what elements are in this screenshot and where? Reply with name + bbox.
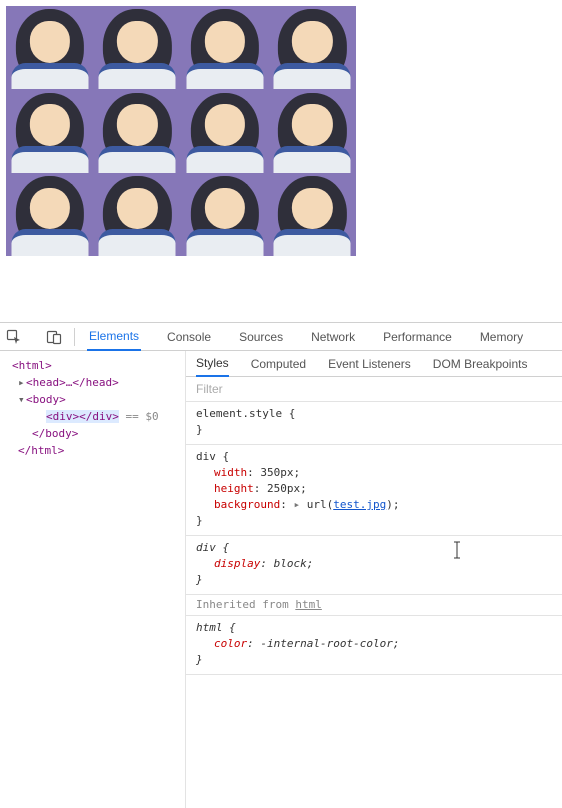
rule-div-ua[interactable]: div { display: block; } xyxy=(186,536,562,595)
rule-element-style[interactable]: element.style { } xyxy=(186,402,562,445)
dom-tree[interactable]: <html> ▸<head>…</head> ▾<body> <div></di… xyxy=(0,351,186,808)
dom-node[interactable]: <head>…</head> xyxy=(26,376,119,389)
tab-performance[interactable]: Performance xyxy=(381,323,454,351)
styles-filter-input[interactable]: Filter xyxy=(186,377,562,402)
tab-memory[interactable]: Memory xyxy=(478,323,525,351)
devtools-body: <html> ▸<head>…</head> ▾<body> <div></di… xyxy=(0,351,562,808)
inherited-from: Inherited from html xyxy=(186,595,562,616)
tab-elements[interactable]: Elements xyxy=(87,323,141,351)
tab-network[interactable]: Network xyxy=(309,323,357,351)
devtools-panel: Elements Console Sources Network Perform… xyxy=(0,322,562,808)
tab-sources[interactable]: Sources xyxy=(237,323,285,351)
dom-node[interactable]: </body> xyxy=(32,427,78,440)
styles-tabbar: Styles Computed Event Listeners DOM Brea… xyxy=(186,351,562,377)
bg-url-link[interactable]: test.jpg xyxy=(333,498,386,511)
tab-computed[interactable]: Computed xyxy=(251,351,306,377)
styles-pane: Styles Computed Event Listeners DOM Brea… xyxy=(186,351,562,808)
tab-event-listeners[interactable]: Event Listeners xyxy=(328,351,411,377)
dom-node-selected[interactable]: <div></div> xyxy=(46,410,119,423)
tab-console[interactable]: Console xyxy=(165,323,213,351)
tab-styles[interactable]: Styles xyxy=(196,351,229,377)
page-viewport xyxy=(0,0,562,310)
rendered-div-bg xyxy=(6,6,356,256)
dom-node[interactable]: <html> xyxy=(12,359,52,372)
inspect-icon[interactable] xyxy=(6,329,22,345)
device-toolbar-icon[interactable] xyxy=(46,329,62,345)
text-cursor-icon xyxy=(452,541,462,559)
app-root: { "devtools": { "main_tabs": ["Elements"… xyxy=(0,0,562,808)
devtools-tabbar: Elements Console Sources Network Perform… xyxy=(0,323,562,351)
dom-node[interactable]: <body> xyxy=(26,393,66,406)
dom-dollar0: == $0 xyxy=(119,410,159,423)
rule-div-author[interactable]: div { width: 350px; height: 250px; backg… xyxy=(186,445,562,536)
css-rules[interactable]: element.style { } div { width: 350px; he… xyxy=(186,402,562,675)
rule-html-ua[interactable]: html { color: -internal-root-color; } xyxy=(186,616,562,675)
dom-node[interactable]: </html> xyxy=(18,444,64,457)
tab-dom-breakpoints[interactable]: DOM Breakpoints xyxy=(433,351,528,377)
